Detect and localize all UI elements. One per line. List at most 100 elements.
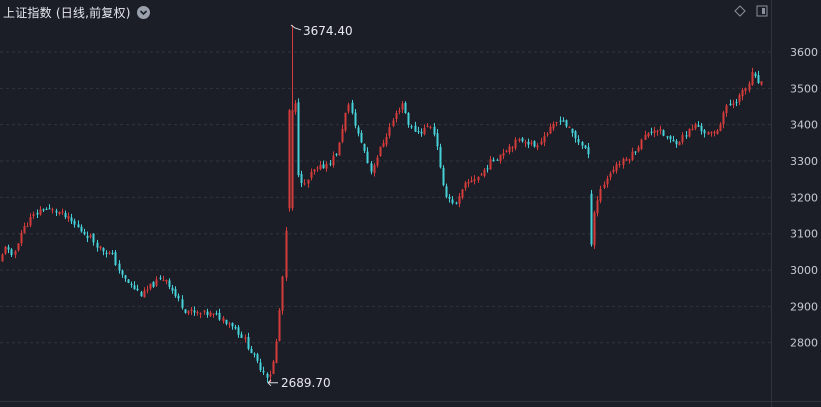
candle-body — [319, 165, 322, 170]
candle-body — [672, 139, 675, 142]
y-tick-label: 2900 — [790, 300, 818, 313]
candle-body — [552, 124, 555, 129]
candle-body — [700, 125, 703, 132]
candle-body — [568, 126, 571, 128]
candle-body — [61, 211, 64, 213]
candle-body — [694, 124, 697, 129]
candle-body — [165, 279, 168, 282]
candle-body — [177, 295, 180, 299]
candle-body — [171, 287, 174, 291]
candle-body — [473, 179, 476, 182]
panel-toggle-icon[interactable] — [755, 4, 769, 18]
candle-body — [612, 169, 615, 172]
candle-body — [527, 141, 530, 145]
candle-body — [29, 217, 32, 226]
kline-chart-window: 3674.40 2689.70 3600 3500 3400 3300 3200 3100 3… — [0, 0, 821, 407]
candle-body — [351, 102, 354, 113]
candle-body — [744, 88, 747, 91]
low-value-label: 2689.70 — [281, 376, 331, 390]
candle-body — [10, 249, 13, 256]
candle-body — [45, 209, 48, 211]
candle-body — [133, 285, 136, 290]
candle-body — [518, 139, 521, 141]
candle-body — [159, 277, 162, 279]
candle-body — [533, 141, 536, 147]
candle-body — [637, 147, 640, 152]
candle-body — [124, 275, 127, 279]
candle-body — [581, 142, 584, 146]
candle-body — [70, 217, 73, 222]
candle-body — [659, 129, 662, 131]
candle-body — [67, 216, 70, 219]
candle-body — [691, 128, 694, 130]
candle-body — [143, 290, 146, 298]
candle-body — [20, 232, 23, 244]
candle-body — [203, 310, 206, 312]
candle-body — [291, 110, 294, 209]
candle-body — [603, 184, 606, 188]
candle-body — [492, 159, 495, 162]
candle-body — [467, 181, 470, 184]
y-tick-label: 3300 — [790, 155, 818, 168]
candle-body — [615, 164, 618, 171]
candle-body — [688, 129, 691, 137]
candle-body — [451, 199, 454, 204]
candle-body — [26, 226, 29, 228]
diamond-icon[interactable] — [733, 4, 747, 18]
candle-body — [458, 196, 461, 204]
candle-body — [439, 146, 442, 168]
candle-body — [114, 252, 117, 266]
y-tick-label: 3200 — [790, 191, 818, 204]
candle-body — [162, 279, 165, 281]
candle-body — [325, 163, 328, 169]
candle-body — [644, 134, 647, 140]
candle-body — [310, 171, 313, 178]
candle-body — [222, 318, 225, 322]
candle-body — [86, 235, 89, 239]
candle-body — [111, 252, 114, 254]
candle-body — [332, 155, 335, 166]
candle-body — [360, 132, 363, 143]
candle-body — [155, 279, 158, 286]
candle-body — [662, 130, 665, 136]
candle-body — [174, 289, 177, 297]
candle-body — [184, 309, 187, 313]
candle-body — [707, 131, 710, 135]
candle-body — [719, 124, 722, 131]
chart-toolbar — [733, 4, 769, 18]
candle-body — [448, 196, 451, 199]
candle-body — [73, 220, 76, 225]
candle-body — [14, 251, 17, 255]
candle-body — [716, 130, 719, 134]
candle-body — [105, 252, 108, 255]
y-tick-label: 2800 — [790, 337, 818, 350]
candle-body — [470, 180, 473, 183]
candle-body — [231, 322, 234, 327]
candle-body — [209, 312, 212, 316]
candle-body — [625, 159, 628, 161]
candle-body — [187, 311, 190, 314]
candle-body — [631, 151, 634, 160]
candle-body — [559, 120, 562, 122]
candle-body — [653, 130, 656, 133]
candle-body — [455, 202, 458, 204]
candle-body — [58, 211, 61, 215]
candle-body — [549, 126, 552, 134]
candle-body — [89, 235, 92, 237]
candle-body — [64, 213, 67, 218]
candle-body — [206, 311, 209, 315]
candle-body — [218, 312, 221, 320]
candle-body — [757, 75, 760, 83]
candle-body — [417, 131, 420, 133]
candle-body — [354, 112, 357, 126]
chevron-down-icon[interactable] — [136, 5, 150, 19]
candle-body — [540, 141, 543, 145]
candle-body — [303, 183, 306, 185]
candle-body — [521, 138, 524, 142]
candle-body — [741, 90, 744, 97]
low-marker-arrow — [267, 379, 278, 387]
candle-body — [51, 209, 54, 211]
candle-body — [281, 276, 284, 311]
candle-body — [392, 120, 395, 126]
candle-body — [300, 173, 303, 183]
